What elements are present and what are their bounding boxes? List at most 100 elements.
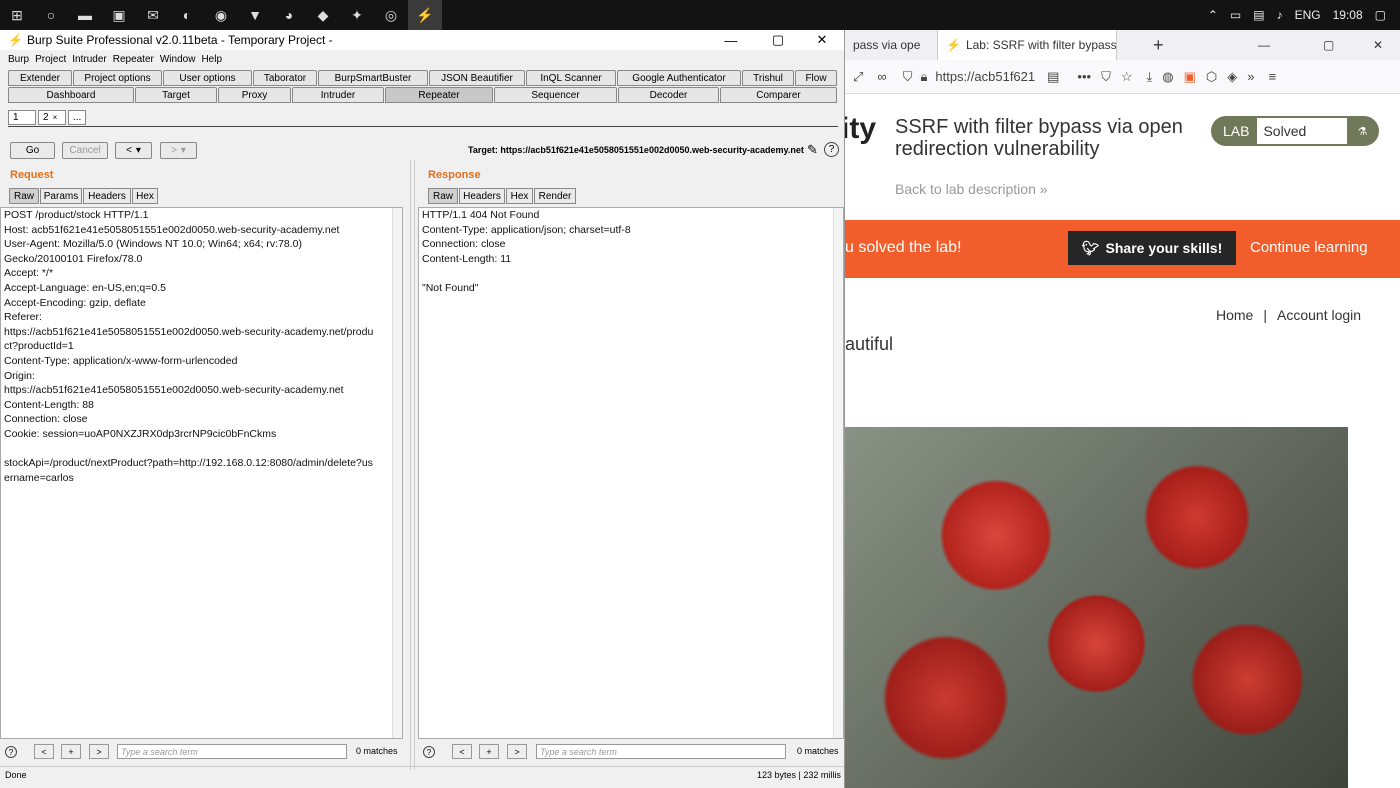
clock[interactable]: 19:08 bbox=[1333, 8, 1363, 22]
request-tab-raw[interactable]: Raw bbox=[9, 188, 39, 204]
display-icon[interactable]: ▭ bbox=[1230, 8, 1241, 22]
request-search-add-button[interactable]: + bbox=[61, 744, 81, 759]
request-tab-hex[interactable]: Hex bbox=[132, 188, 158, 204]
extension-icon[interactable]: ◍ bbox=[1162, 69, 1173, 85]
repeater-new-tab[interactable]: ... bbox=[68, 110, 86, 125]
new-tab-button[interactable]: + bbox=[1145, 30, 1169, 60]
edit-pencil-icon[interactable]: ✎ bbox=[807, 142, 818, 158]
lock-icon[interactable]: 🔒︎ bbox=[920, 69, 927, 85]
tab-taborator[interactable]: Taborator bbox=[253, 70, 317, 86]
response-editor[interactable]: HTTP/1.1 404 Not Found Content-Type: appl… bbox=[418, 207, 844, 739]
response-scrollbar[interactable] bbox=[833, 208, 843, 738]
tab-target[interactable]: Target bbox=[135, 87, 217, 103]
tab-dashboard[interactable]: Dashboard bbox=[8, 87, 134, 103]
network-icon[interactable]: ▤ bbox=[1253, 8, 1264, 22]
cortana-icon[interactable]: ○ bbox=[34, 0, 68, 30]
extension-icon-2[interactable]: ◈ bbox=[1227, 69, 1237, 85]
help-icon[interactable]: ? bbox=[824, 142, 839, 157]
tab-decoder[interactable]: Decoder bbox=[618, 87, 719, 103]
home-link[interactable]: Home bbox=[1216, 307, 1253, 323]
share-skills-button[interactable]: 🐦︎ Share your skills! bbox=[1068, 231, 1236, 265]
menu-repeater[interactable]: Repeater bbox=[113, 54, 154, 65]
response-search-add-button[interactable]: + bbox=[479, 744, 499, 759]
request-search-next-button[interactable]: > bbox=[89, 744, 109, 759]
tab-proxy[interactable]: Proxy bbox=[218, 87, 291, 103]
store-icon[interactable]: ▣ bbox=[102, 0, 136, 30]
request-search-help-icon[interactable]: ? bbox=[5, 746, 17, 758]
account-login-link[interactable]: Account login bbox=[1277, 307, 1361, 323]
menu-icon[interactable]: ≡ bbox=[1268, 69, 1276, 84]
browser-tab-1[interactable]: pass via ope bbox=[845, 30, 935, 60]
app-icon[interactable]: ◆ bbox=[306, 0, 340, 30]
request-tab-headers[interactable]: Headers bbox=[83, 188, 131, 204]
firefox-icon[interactable]: ◕ bbox=[272, 0, 306, 30]
menu-burp[interactable]: Burp bbox=[8, 54, 29, 65]
tab-repeater[interactable]: Repeater bbox=[385, 87, 493, 103]
burp-close-button[interactable]: ✕ bbox=[801, 30, 843, 50]
app-icon-2[interactable]: ✦ bbox=[340, 0, 374, 30]
response-search-prev-button[interactable]: < bbox=[452, 744, 472, 759]
burp-extension-icon[interactable]: ▣ bbox=[1184, 69, 1196, 85]
burp-maximize-button[interactable]: ▢ bbox=[757, 30, 799, 50]
tab-intruder[interactable]: Intruder bbox=[292, 87, 384, 103]
shield-icon[interactable]: ⛉ bbox=[903, 69, 913, 85]
request-search-prev-button[interactable]: < bbox=[34, 744, 54, 759]
tab-project-options[interactable]: Project options bbox=[73, 70, 162, 86]
response-tab-raw[interactable]: Raw bbox=[428, 188, 458, 204]
more-icon[interactable]: ••• bbox=[1077, 69, 1091, 84]
response-tab-render[interactable]: Render bbox=[534, 188, 576, 204]
response-search-input[interactable]: Type a search term bbox=[536, 744, 786, 759]
settings-extension-icon[interactable]: ⬡ bbox=[1206, 69, 1217, 85]
chevron-up-icon[interactable]: ⌃ bbox=[1208, 8, 1218, 22]
download-icon[interactable]: ⤓ bbox=[1147, 69, 1153, 85]
repeater-tab-1[interactable]: 1 bbox=[8, 110, 36, 125]
request-scrollbar[interactable] bbox=[392, 208, 402, 738]
language-indicator[interactable]: ENG bbox=[1295, 8, 1321, 22]
pocket-icon[interactable]: ⛉ bbox=[1101, 69, 1111, 85]
file-explorer-icon[interactable]: ▬ bbox=[68, 0, 102, 30]
response-search-next-button[interactable]: > bbox=[507, 744, 527, 759]
response-tab-headers[interactable]: Headers bbox=[459, 188, 505, 204]
burp-minimize-button[interactable]: — bbox=[710, 30, 752, 50]
edge-icon[interactable]: ◐ bbox=[170, 0, 204, 30]
tab-json-beautifier[interactable]: JSON Beautifier bbox=[429, 70, 525, 86]
repeater-tab-2[interactable]: 2 × bbox=[38, 110, 66, 125]
minimize-button[interactable]: — bbox=[1250, 30, 1280, 60]
maximize-button[interactable]: ▢ bbox=[1315, 30, 1345, 60]
burp-icon[interactable]: ⚡ bbox=[408, 0, 442, 30]
menu-help[interactable]: Help bbox=[201, 54, 222, 65]
cancel-button[interactable]: Cancel bbox=[62, 142, 108, 159]
tab-user-options[interactable]: User options bbox=[163, 70, 252, 86]
menu-intruder[interactable]: Intruder bbox=[72, 54, 106, 65]
request-search-input[interactable]: Type a search term bbox=[117, 744, 347, 759]
pane-splitter[interactable] bbox=[410, 160, 415, 770]
tab-extender[interactable]: Extender bbox=[8, 70, 72, 86]
volume-icon[interactable]: ♪ bbox=[1277, 8, 1283, 22]
browser-tab-2[interactable]: ⚡ Lab: SSRF with filter bypass via ✕ bbox=[937, 30, 1117, 60]
mail-icon[interactable]: ✉ bbox=[136, 0, 170, 30]
history-back-button[interactable]: < ▾ bbox=[115, 142, 152, 159]
tab-comparer[interactable]: Comparer bbox=[720, 87, 837, 103]
tab-google-authenticator[interactable]: Google Authenticator bbox=[617, 70, 741, 86]
menu-project[interactable]: Project bbox=[35, 54, 66, 65]
history-forward-button[interactable]: > ▾ bbox=[160, 142, 197, 159]
tab-burpsmartbuster[interactable]: BurpSmartBuster bbox=[318, 70, 428, 86]
brave-icon[interactable]: ▼ bbox=[238, 0, 272, 30]
response-tab-hex[interactable]: Hex bbox=[506, 188, 533, 204]
request-editor[interactable]: POST /product/stock HTTP/1.1 Host: acb51f… bbox=[0, 207, 403, 739]
back-to-description-link[interactable]: Back to lab description » bbox=[895, 181, 1048, 197]
tab-flow[interactable]: Flow bbox=[795, 70, 837, 86]
chrome-icon[interactable]: ◉ bbox=[204, 0, 238, 30]
reader-view-icon[interactable]: ▤ bbox=[1047, 69, 1059, 85]
go-button[interactable]: Go bbox=[10, 142, 55, 159]
response-search-help-icon[interactable]: ? bbox=[423, 746, 435, 758]
menu-window[interactable]: Window bbox=[160, 54, 196, 65]
url-bar[interactable]: https://acb51f621 bbox=[935, 69, 1035, 84]
mask-icon[interactable]: ∞ bbox=[877, 69, 886, 84]
tab-trishul[interactable]: Trishul bbox=[742, 70, 794, 86]
app-icon-3[interactable]: ◎ bbox=[374, 0, 408, 30]
expand-icon[interactable]: ⤢ bbox=[853, 69, 863, 85]
overflow-icon[interactable]: » bbox=[1247, 69, 1254, 84]
tab-sequencer[interactable]: Sequencer bbox=[494, 87, 617, 103]
windows-start-icon[interactable]: ⊞ bbox=[0, 0, 34, 30]
